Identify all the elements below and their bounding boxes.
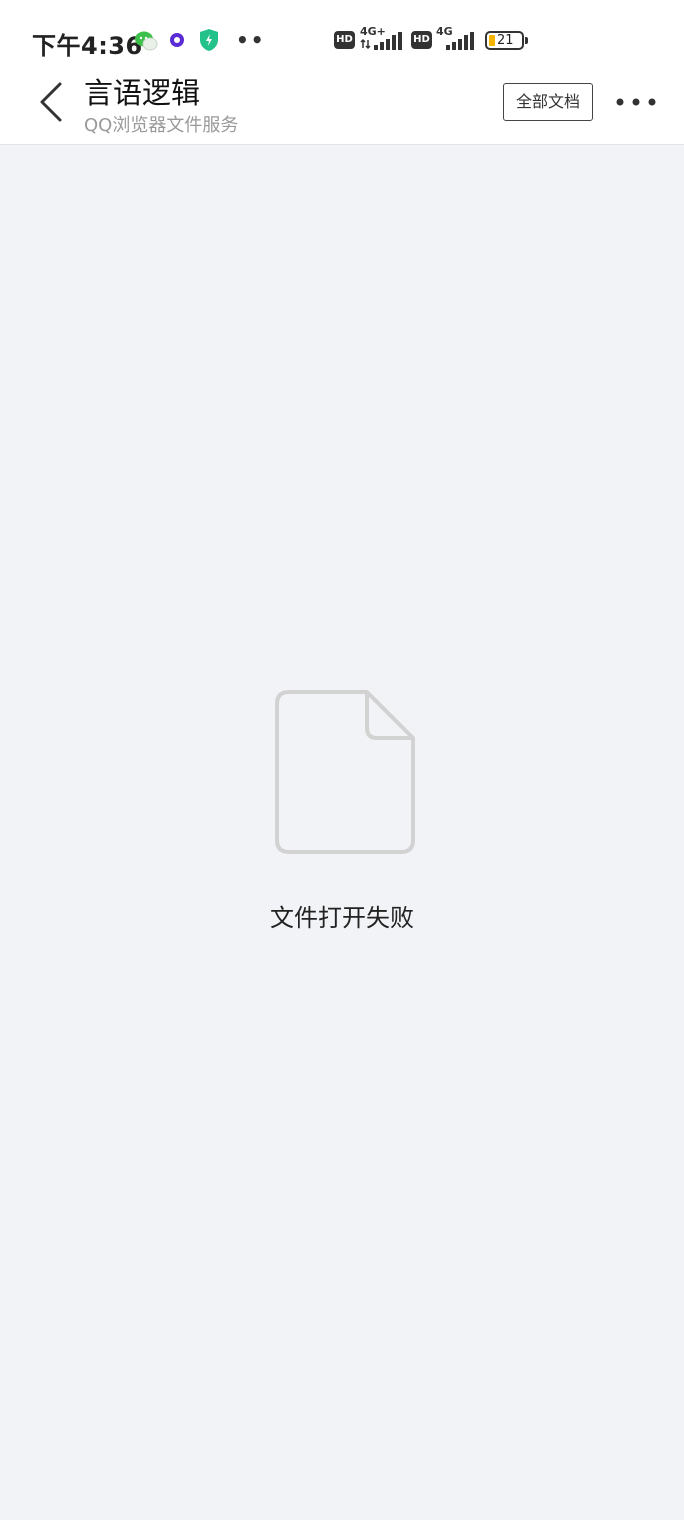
page-subtitle: QQ浏览器文件服务 bbox=[84, 115, 239, 136]
wechat-icon bbox=[134, 30, 158, 56]
more-options-button[interactable] bbox=[612, 92, 660, 112]
file-icon bbox=[275, 690, 415, 854]
top-bar: 下午4:36 •• HD 4G+ HD 4G 21 言语逻辑 QQ浏览器文件服务… bbox=[0, 0, 684, 145]
all-documents-button[interactable]: 全部文档 bbox=[503, 83, 593, 121]
back-button[interactable] bbox=[36, 80, 68, 124]
battery-icon: 21 bbox=[485, 31, 524, 50]
security-shield-icon bbox=[198, 28, 220, 56]
app-notification-icon bbox=[168, 31, 186, 53]
hd-badge-2: HD bbox=[411, 31, 432, 49]
hd-badge: HD bbox=[334, 31, 355, 49]
signal-icon bbox=[360, 28, 406, 56]
page-title: 言语逻辑 bbox=[84, 76, 201, 110]
more-dots-icon bbox=[616, 98, 656, 106]
battery-level bbox=[489, 35, 495, 46]
signal-icon-2 bbox=[440, 28, 478, 56]
status-bar: 下午4:36 •• HD 4G+ HD 4G 21 bbox=[0, 0, 684, 80]
status-time: 下午4:36 bbox=[32, 32, 143, 60]
chevron-left-icon bbox=[40, 82, 62, 122]
error-message: 文件打开失败 bbox=[270, 904, 414, 932]
more-notifications-icon: •• bbox=[236, 28, 266, 52]
battery-tip bbox=[525, 37, 528, 44]
battery-percent: 21 bbox=[497, 33, 514, 48]
